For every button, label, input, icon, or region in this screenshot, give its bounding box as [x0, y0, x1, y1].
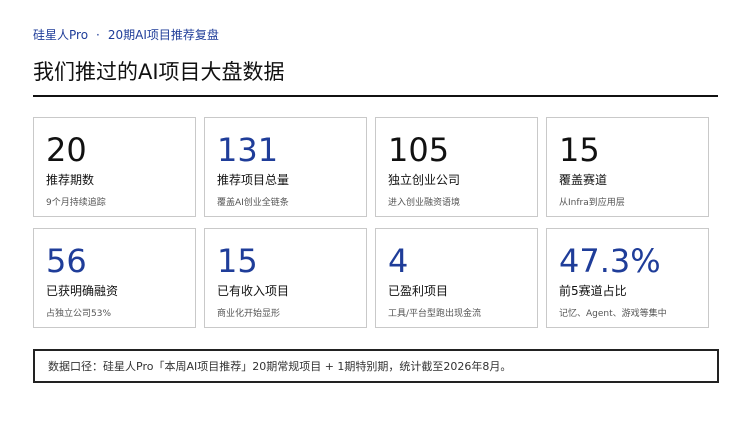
stat-value: 56 [46, 242, 87, 280]
breadcrumb-separator: · [96, 28, 100, 42]
stat-note: 商业化开始显形 [217, 309, 281, 319]
stat-note: 从Infra到应用层 [559, 198, 625, 208]
page-title: 我们推过的AI项目大盘数据 [33, 60, 285, 84]
stat-label: 推荐项目总量 [217, 173, 290, 187]
stat-card-revenue: 15 已有收入项目 商业化开始显形 [204, 228, 367, 328]
stat-label: 前5赛道占比 [559, 284, 627, 298]
data-source-note: 数据口径：硅星人Pro「本周AI项目推荐」20期常规项目 + 1期特别期，统计截… [33, 349, 719, 383]
brand-name: 硅星人Pro [33, 28, 89, 42]
stat-note: 9个月持续追踪 [46, 198, 106, 208]
breadcrumb: 硅星人Pro · 20期AI项目推荐复盘 [33, 26, 219, 43]
stat-value: 4 [388, 242, 409, 280]
stat-card-profitable: 4 已盈利项目 工具/平台型跑出现金流 [375, 228, 538, 328]
stat-card-issues: 20 推荐期数 9个月持续追踪 [33, 117, 196, 217]
stat-card-tracks: 15 覆盖赛道 从Infra到应用层 [546, 117, 709, 217]
stat-value: 131 [217, 131, 279, 169]
stat-label: 已获明确融资 [46, 284, 119, 298]
stat-note: 工具/平台型跑出现金流 [388, 309, 482, 319]
stat-label: 覆盖赛道 [559, 173, 608, 187]
stat-card-startups: 105 独立创业公司 进入创业融资语境 [375, 117, 538, 217]
stat-note: 记忆、Agent、游戏等集中 [559, 309, 667, 319]
title-divider [33, 95, 718, 97]
stat-value: 105 [388, 131, 450, 169]
stat-value: 15 [559, 131, 600, 169]
stat-label: 独立创业公司 [388, 173, 461, 187]
stat-note: 占独立公司53% [46, 309, 112, 319]
stat-value: 20 [46, 131, 87, 169]
stat-note: 覆盖AI创业全链条 [217, 198, 289, 208]
stat-label: 已盈利项目 [388, 284, 449, 298]
stat-card-funded: 56 已获明确融资 占独立公司53% [33, 228, 196, 328]
data-source-text: 数据口径：硅星人Pro「本周AI项目推荐」20期常规项目 + 1期特别期，统计截… [48, 360, 512, 373]
breadcrumb-subtitle: 20期AI项目推荐复盘 [107, 28, 219, 42]
stat-card-projects: 131 推荐项目总量 覆盖AI创业全链条 [204, 117, 367, 217]
stat-note: 进入创业融资语境 [388, 198, 461, 208]
stat-label: 推荐期数 [46, 173, 95, 187]
stat-card-top5-share: 47.3% 前5赛道占比 记忆、Agent、游戏等集中 [546, 228, 709, 328]
stat-label: 已有收入项目 [217, 284, 290, 298]
stats-grid: 20 推荐期数 9个月持续追踪 131 推荐项目总量 覆盖AI创业全链条 105… [33, 117, 710, 328]
stat-value: 47.3% [559, 242, 661, 280]
stat-value: 15 [217, 242, 258, 280]
